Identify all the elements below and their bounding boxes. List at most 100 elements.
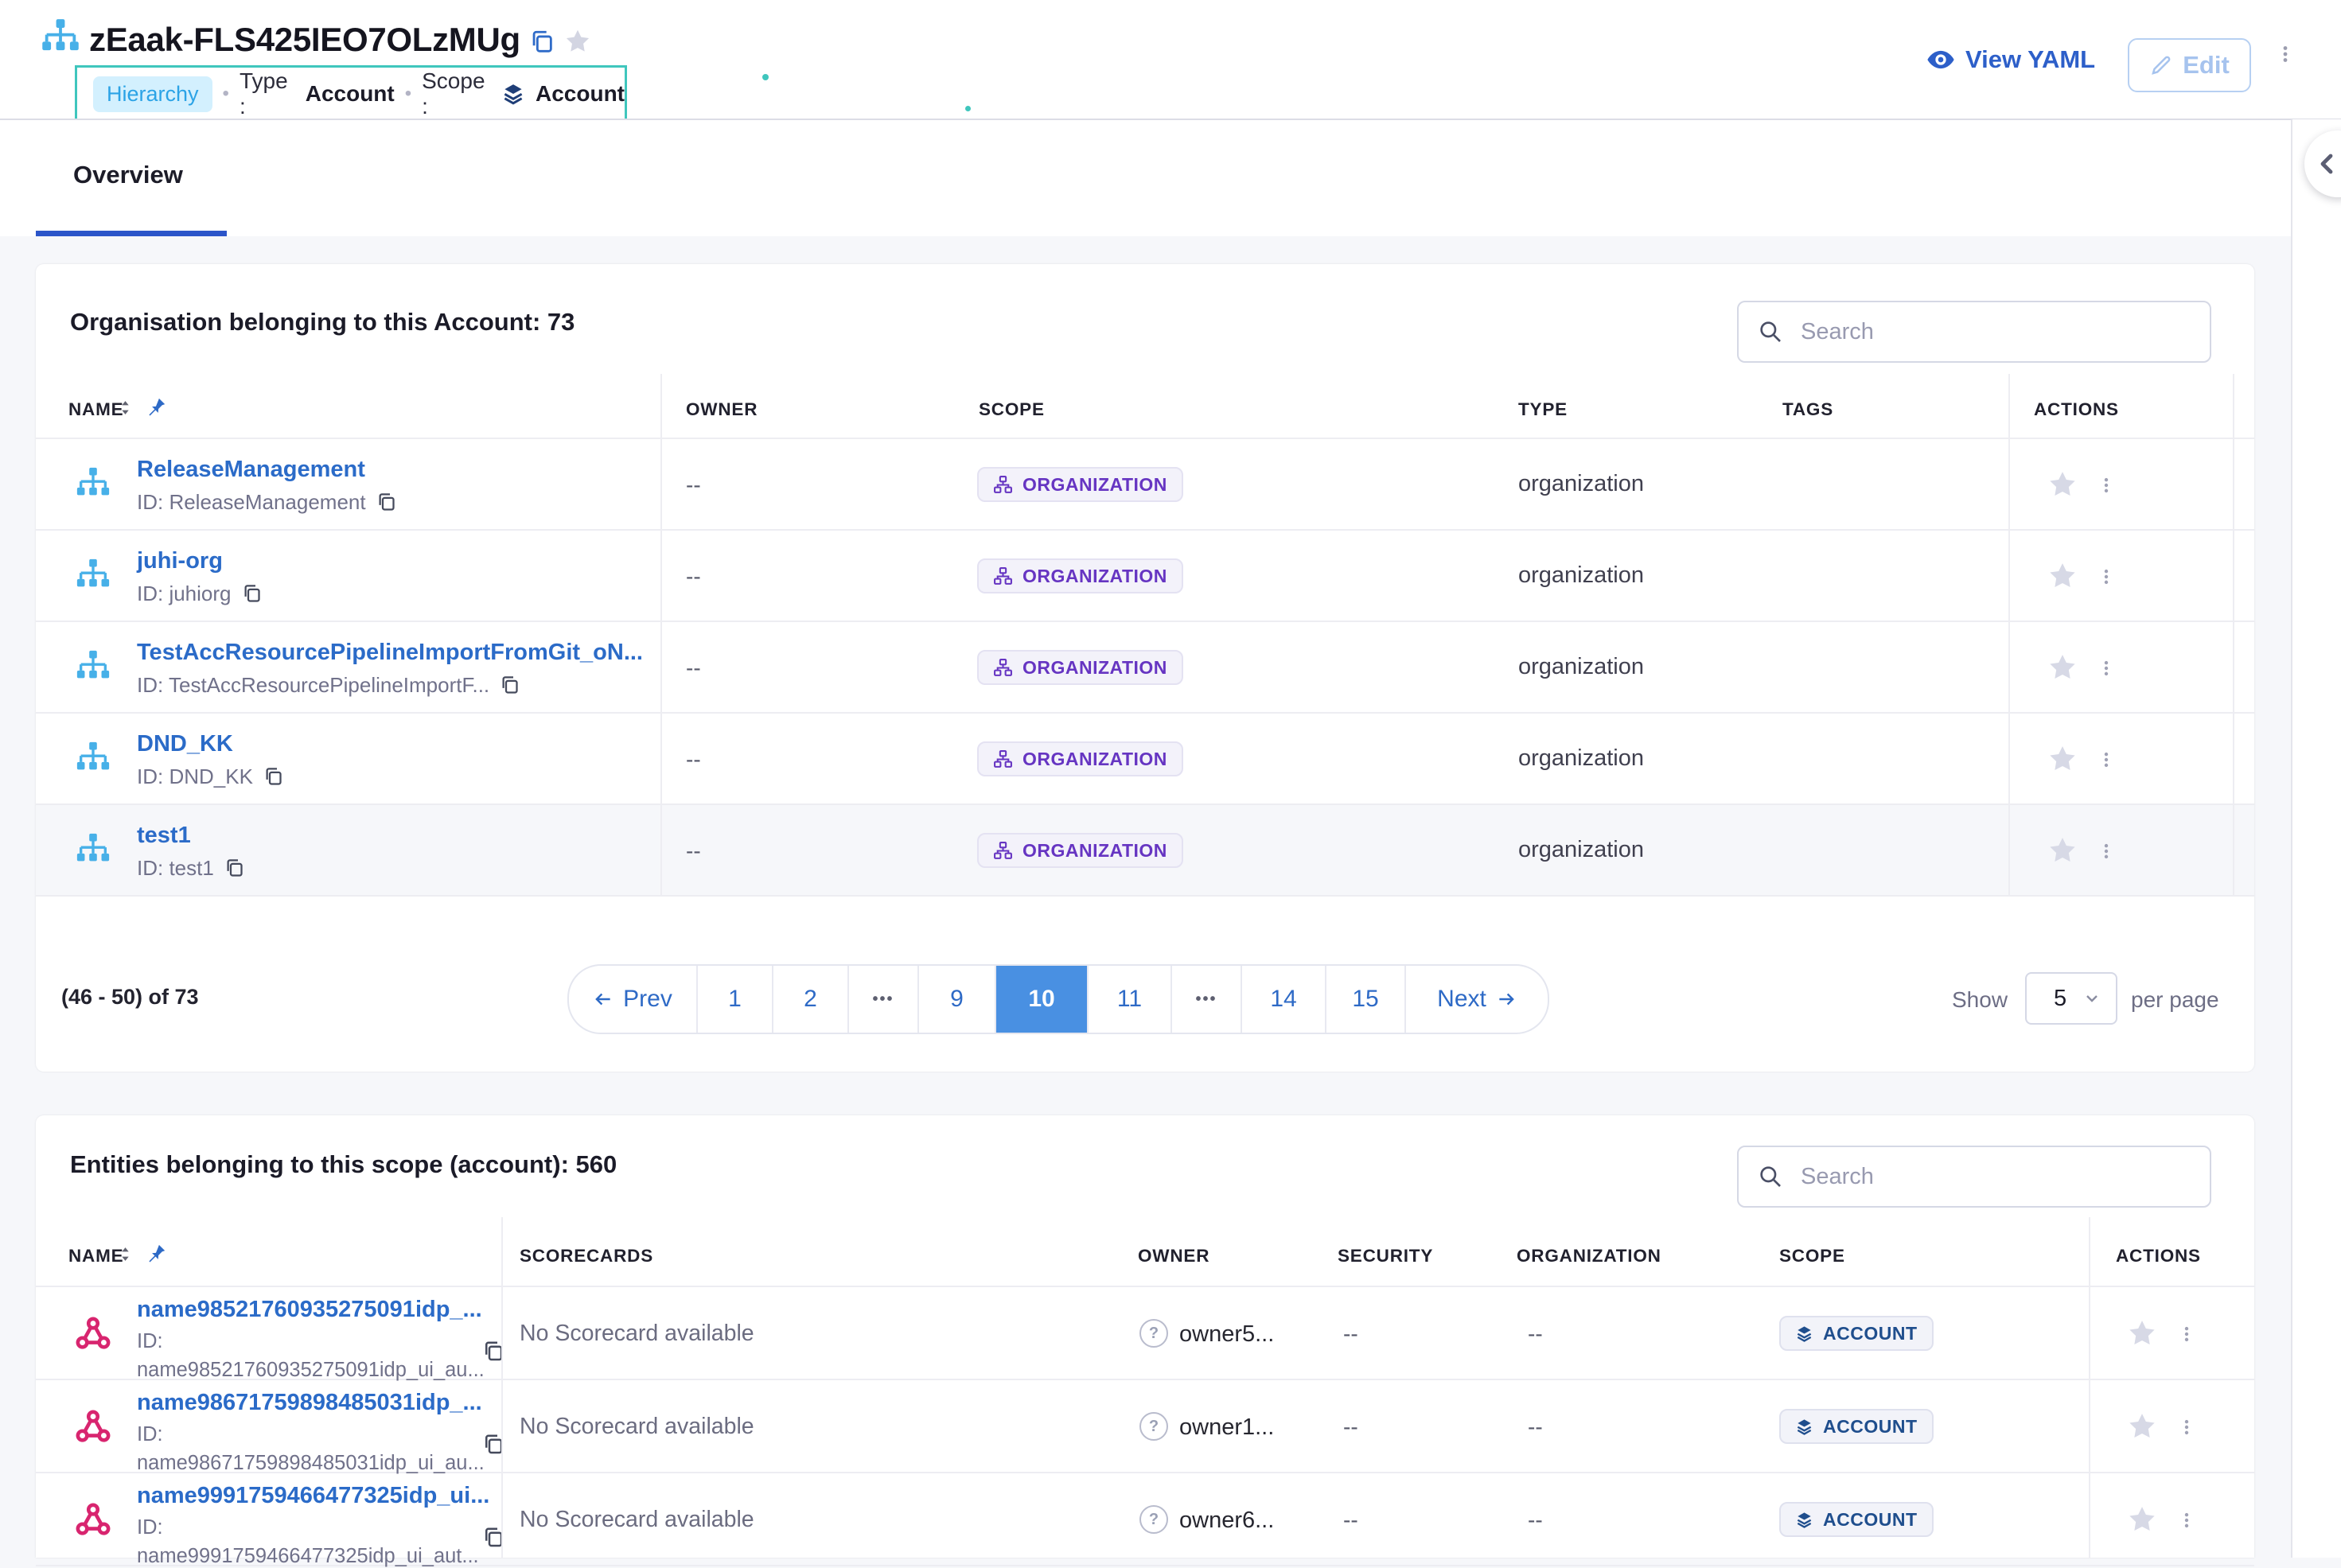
per-page-label: per page [2131,987,2219,1013]
col-tags: TAGS [1782,399,1833,420]
entities-search[interactable] [1737,1146,2211,1208]
scorecards-cell: No Scorecard available [520,1414,754,1440]
org-hierarchy-icon [75,741,111,777]
row-kebab-icon[interactable] [2178,1408,2195,1446]
separator-dot: • [223,83,229,105]
scope-badge: ACCOUNT [1779,1409,1934,1444]
column-divider [2233,374,2234,897]
row-star-icon[interactable] [2126,1504,2158,1535]
pagination-prev[interactable]: Prev [569,966,698,1033]
tab-overview[interactable]: Overview [73,161,183,189]
entity-name-link[interactable]: name98671759898485031idp_... [137,1390,482,1416]
copy-icon[interactable] [499,675,520,696]
favorite-star-icon[interactable] [563,27,592,56]
column-divider [2089,1217,2090,1558]
copy-icon[interactable] [528,29,555,56]
organization-cell: -- [1528,1508,1543,1533]
edit-button[interactable]: Edit [2128,38,2251,92]
org-name-link[interactable]: DND_KK [137,731,233,757]
pagination-next[interactable]: Next [1406,966,1548,1033]
org-name-link[interactable]: test1 [137,823,191,849]
question-circle-icon: ? [1139,1412,1168,1441]
header-more-options-icon[interactable] [2276,33,2295,75]
scope-badge: ORGANIZATION [977,650,1183,685]
copy-icon[interactable] [241,583,263,605]
entity-name-link[interactable]: name98521760935275091idp_... [137,1297,482,1323]
col-security: SECURITY [1338,1246,1433,1266]
copy-icon[interactable] [224,858,245,879]
table-row[interactable]: juhi-org ID: juhiorg -- ORGANIZATION org… [36,531,2254,622]
table-row[interactable]: name98671759898485031idp_... ID: name986… [36,1380,2254,1473]
scorecards-cell: No Scorecard available [520,1321,754,1347]
row-star-icon[interactable] [2047,652,2078,683]
organisations-card: Organisation belonging to this Account: … [36,264,2254,1072]
row-star-icon[interactable] [2047,835,2078,866]
pagination-ellipsis[interactable]: ••• [1172,966,1242,1033]
row-kebab-icon[interactable] [2098,558,2115,596]
sort-icon[interactable] [119,399,132,416]
row-kebab-icon[interactable] [2098,466,2115,504]
copy-icon[interactable] [376,492,397,513]
copy-icon[interactable] [263,766,284,788]
row-kebab-icon[interactable] [2098,741,2115,779]
account-layers-icon [1795,1325,1813,1343]
row-star-icon[interactable] [2047,743,2078,775]
pagination-page-2[interactable]: 2 [773,966,849,1033]
sort-icon[interactable] [119,1246,132,1263]
row-kebab-icon[interactable] [2098,649,2115,687]
pagination-page-10-active[interactable]: 10 [996,966,1089,1033]
chevron-down-icon [2082,989,2101,1008]
col-name: NAME [68,399,123,420]
pagination-page-11[interactable]: 11 [1089,966,1172,1033]
col-organization: ORGANIZATION [1517,1246,1661,1266]
owner-cell: owner5... [1179,1321,1274,1348]
page-size-select[interactable]: 5 [2025,972,2117,1025]
owner-cell: owner1... [1179,1414,1274,1441]
row-star-icon[interactable] [2047,560,2078,592]
org-id: ID: test1 [137,856,245,881]
question-circle-icon: ? [1139,1319,1168,1348]
pagination-ellipsis[interactable]: ••• [849,966,919,1033]
owner-cell: -- [686,564,701,589]
row-star-icon[interactable] [2126,1317,2158,1349]
organization-cell: -- [1528,1414,1543,1440]
active-tab-indicator [36,231,227,236]
table-row[interactable]: TestAccResourcePipelineImportFromGit_oN.… [36,622,2254,714]
hierarchy-badge: Hierarchy [93,76,212,112]
row-kebab-icon[interactable] [2178,1315,2195,1353]
scope-label: Scope : [422,68,491,119]
table-row[interactable]: name98521760935275091idp_... ID: name985… [36,1287,2254,1380]
security-cell: -- [1343,1414,1358,1440]
org-name-link[interactable]: TestAccResourcePipelineImportFromGit_oN.… [137,640,643,666]
org-name-link[interactable]: ReleaseManagement [137,457,365,483]
org-name-link[interactable]: juhi-org [137,548,223,574]
row-kebab-icon[interactable] [2098,832,2115,870]
table-row[interactable]: name9991759466477325idp_ui... ID: name99… [36,1473,2254,1566]
scope-badge: ORGANIZATION [977,833,1183,868]
pagination-page-15[interactable]: 15 [1326,966,1406,1033]
organisations-search-input[interactable] [1799,318,2191,346]
pin-icon[interactable] [146,1243,167,1264]
view-yaml-button[interactable]: View YAML [1926,45,2095,75]
table-row[interactable]: DND_KK ID: DND_KK -- ORGANIZATION organi… [36,714,2254,805]
tab-bar [0,120,2341,236]
entities-table-header: NAME SCORECARDS OWNER SECURITY ORGANIZAT… [36,1217,2254,1287]
col-name: NAME [68,1246,123,1266]
row-kebab-icon[interactable] [2178,1501,2195,1539]
table-row[interactable]: test1 ID: test1 -- ORGANIZATION organiza… [36,805,2254,897]
pagination-page-9[interactable]: 9 [919,966,996,1033]
organisations-search[interactable] [1737,301,2211,363]
type-cell: organization [1518,562,1644,589]
entities-search-input[interactable] [1799,1163,2191,1191]
scorecards-cell: No Scorecard available [520,1507,754,1533]
entity-name-link[interactable]: name9991759466477325idp_ui... [137,1483,489,1509]
security-cell: -- [1343,1508,1358,1533]
pagination-page-1[interactable]: 1 [698,966,773,1033]
row-star-icon[interactable] [2047,469,2078,500]
table-row[interactable]: ReleaseManagement ID: ReleaseManagement … [36,439,2254,531]
scope-badge: ACCOUNT [1779,1502,1934,1537]
pin-icon[interactable] [146,396,167,418]
type-cell: organization [1518,745,1644,772]
row-star-icon[interactable] [2126,1410,2158,1442]
pagination-page-14[interactable]: 14 [1242,966,1326,1033]
